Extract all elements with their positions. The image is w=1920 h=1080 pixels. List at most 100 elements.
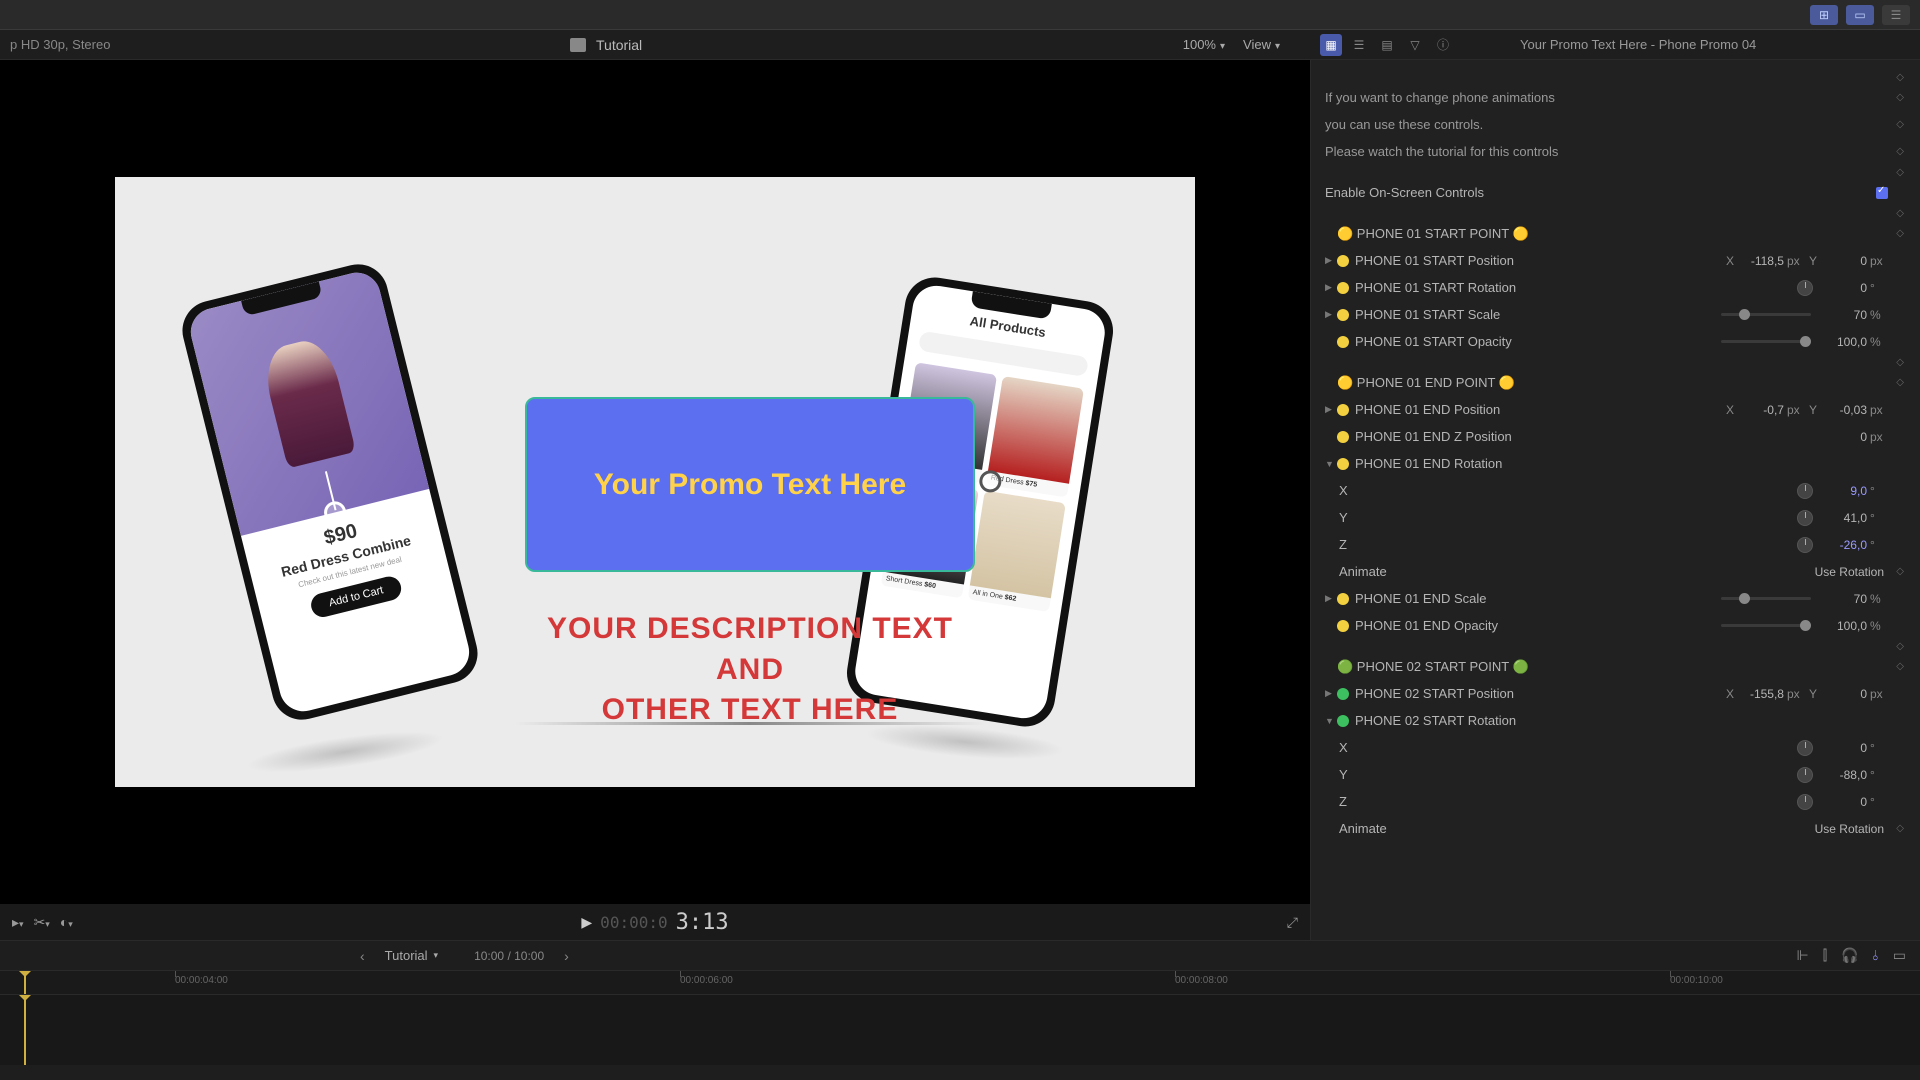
preview-canvas[interactable]: $90 Red Dress Combine Check out this lat…	[115, 177, 1195, 787]
value-input[interactable]: 0	[1821, 430, 1867, 444]
enable-osc-checkbox[interactable]	[1876, 187, 1888, 199]
snapping-button[interactable]: ⫰	[1873, 947, 1879, 964]
fullscreen-button[interactable]: ⤢	[1287, 914, 1298, 931]
playhead-line[interactable]	[24, 995, 26, 1065]
value-input[interactable]: 0	[1821, 254, 1867, 268]
stepper-icon[interactable]: ◇	[1896, 357, 1904, 368]
promo-text-box[interactable]: Your Promo Text Here	[525, 397, 975, 572]
disclosure-icon[interactable]: ▼	[1325, 716, 1337, 726]
phone-shadow	[244, 723, 446, 781]
playhead[interactable]	[24, 971, 26, 994]
scale-slider[interactable]	[1721, 597, 1811, 600]
timeline-project-dropdown[interactable]: Tutorial▾	[385, 948, 438, 963]
rotation-dial[interactable]	[1797, 794, 1813, 810]
rotation-dial[interactable]	[1797, 740, 1813, 756]
value-input[interactable]: 70	[1821, 308, 1867, 322]
opacity-slider[interactable]	[1721, 624, 1811, 627]
view-dropdown[interactable]: View▾	[1243, 37, 1280, 52]
animate-dropdown[interactable]: Use Rotation	[1815, 822, 1884, 836]
stepper-icon[interactable]: ◇	[1896, 93, 1904, 103]
disclosure-icon[interactable]: ▶	[1325, 255, 1337, 266]
timecode-main[interactable]: 3:13	[676, 910, 729, 935]
value-input[interactable]: -118,5	[1738, 254, 1784, 268]
stepper-icon[interactable]: ◇	[1896, 662, 1904, 672]
axis-x-label: X	[1339, 483, 1797, 498]
inspector-tab-info[interactable]: ⓘ	[1432, 34, 1454, 56]
value-input[interactable]: 0	[1821, 281, 1867, 295]
timeline-body[interactable]	[0, 995, 1920, 1065]
history-forward-button[interactable]: ›	[564, 948, 569, 964]
stepper-icon[interactable]: ◇	[1896, 229, 1904, 239]
value-input[interactable]: 70	[1821, 592, 1867, 606]
yellow-dot-icon	[1337, 282, 1349, 294]
stepper-icon[interactable]: ◇	[1896, 378, 1904, 388]
inspector-tab-filter[interactable]: ▽	[1404, 34, 1426, 56]
value-input[interactable]: -26,0	[1821, 538, 1867, 552]
rotation-dial[interactable]	[1797, 767, 1813, 783]
disclosure-icon[interactable]: ▶	[1325, 309, 1337, 320]
yellow-dot-icon	[1337, 431, 1349, 443]
description-text[interactable]: YOUR DESCRIPTION TEXT ANDOTHER TEXT HERE	[515, 609, 985, 731]
param-label: PHONE 01 START Scale	[1355, 307, 1721, 322]
opacity-slider[interactable]	[1721, 340, 1811, 343]
rotation-dial[interactable]	[1797, 510, 1813, 526]
value-input[interactable]: 9,0	[1821, 484, 1867, 498]
underline-divider	[515, 722, 985, 725]
pointer-tool[interactable]: ▸▾	[12, 914, 24, 931]
crop-tool[interactable]: ✂▾	[34, 914, 50, 931]
section-header: 🟡 PHONE 01 START POINT 🟡	[1337, 226, 1888, 242]
timeline-tick: 00:00:10:00	[1670, 975, 1723, 986]
value-input[interactable]: -0,03	[1821, 403, 1867, 417]
animate-dropdown[interactable]: Use Rotation	[1815, 565, 1884, 579]
value-input[interactable]: -0,7	[1738, 403, 1784, 417]
disclosure-icon[interactable]: ▼	[1325, 459, 1337, 469]
value-input[interactable]: 0	[1821, 741, 1867, 755]
value-input[interactable]: 41,0	[1821, 511, 1867, 525]
history-back-button[interactable]: ‹	[360, 948, 365, 964]
param-label: PHONE 02 START Position	[1355, 686, 1722, 701]
green-dot-icon	[1337, 688, 1349, 700]
rotation-dial[interactable]	[1797, 280, 1813, 296]
value-input[interactable]: -155,8	[1738, 687, 1784, 701]
audio-skim-button[interactable]: ⫿	[1823, 947, 1827, 964]
rotation-dial[interactable]	[1797, 483, 1813, 499]
stepper-icon[interactable]: ◇	[1896, 72, 1904, 83]
disclosure-icon[interactable]: ▶	[1325, 688, 1337, 699]
help-text: Please watch the tutorial for this contr…	[1325, 144, 1888, 159]
timeline-index-button[interactable]: ▭	[1893, 947, 1906, 964]
value-input[interactable]: 0	[1821, 795, 1867, 809]
layout-list-button[interactable]: ▭	[1846, 5, 1874, 25]
zoom-dropdown[interactable]: 100%▾	[1183, 37, 1225, 52]
color-tool[interactable]: ◐▾	[60, 914, 73, 930]
stepper-icon[interactable]: ◇	[1896, 208, 1904, 219]
layout-grid-button[interactable]: ⊞	[1810, 5, 1838, 25]
layout-panel-button[interactable]: ☰	[1882, 5, 1910, 25]
disclosure-icon[interactable]: ▶	[1325, 404, 1337, 415]
param-label: PHONE 01 END Z Position	[1355, 429, 1821, 444]
rotation-dial[interactable]	[1797, 537, 1813, 553]
inspector-tab-list[interactable]: ☰	[1348, 34, 1370, 56]
scale-slider[interactable]	[1721, 313, 1811, 316]
value-input[interactable]: 100,0	[1821, 335, 1867, 349]
param-label: PHONE 01 START Position	[1355, 253, 1722, 268]
axis-z-label: Z	[1339, 794, 1797, 809]
disclosure-icon[interactable]: ▶	[1325, 282, 1337, 293]
stepper-icon[interactable]: ◇	[1896, 147, 1904, 157]
skimming-button[interactable]: ⊩	[1797, 947, 1809, 964]
timeline-ruler[interactable]: 00:00:04:0000:00:06:0000:00:08:0000:00:1…	[0, 971, 1920, 995]
inspector-tab-video[interactable]: ▦	[1320, 34, 1342, 56]
timeline-tick: 00:00:04:00	[175, 975, 228, 986]
value-input[interactable]: -88,0	[1821, 768, 1867, 782]
inspector-tab-film[interactable]: ▤	[1376, 34, 1398, 56]
clapper-icon	[570, 38, 586, 52]
play-button[interactable]: ▶	[581, 914, 592, 931]
timeline-tick: 00:00:06:00	[680, 975, 733, 986]
disclosure-icon[interactable]: ▶	[1325, 593, 1337, 604]
stepper-icon[interactable]: ◇	[1896, 120, 1904, 130]
stepper-icon[interactable]: ◇	[1896, 641, 1904, 652]
help-text: you can use these controls.	[1325, 117, 1888, 132]
solo-button[interactable]: 🎧	[1841, 947, 1858, 964]
stepper-icon[interactable]: ◇	[1896, 167, 1904, 178]
value-input[interactable]: 0	[1821, 687, 1867, 701]
value-input[interactable]: 100,0	[1821, 619, 1867, 633]
